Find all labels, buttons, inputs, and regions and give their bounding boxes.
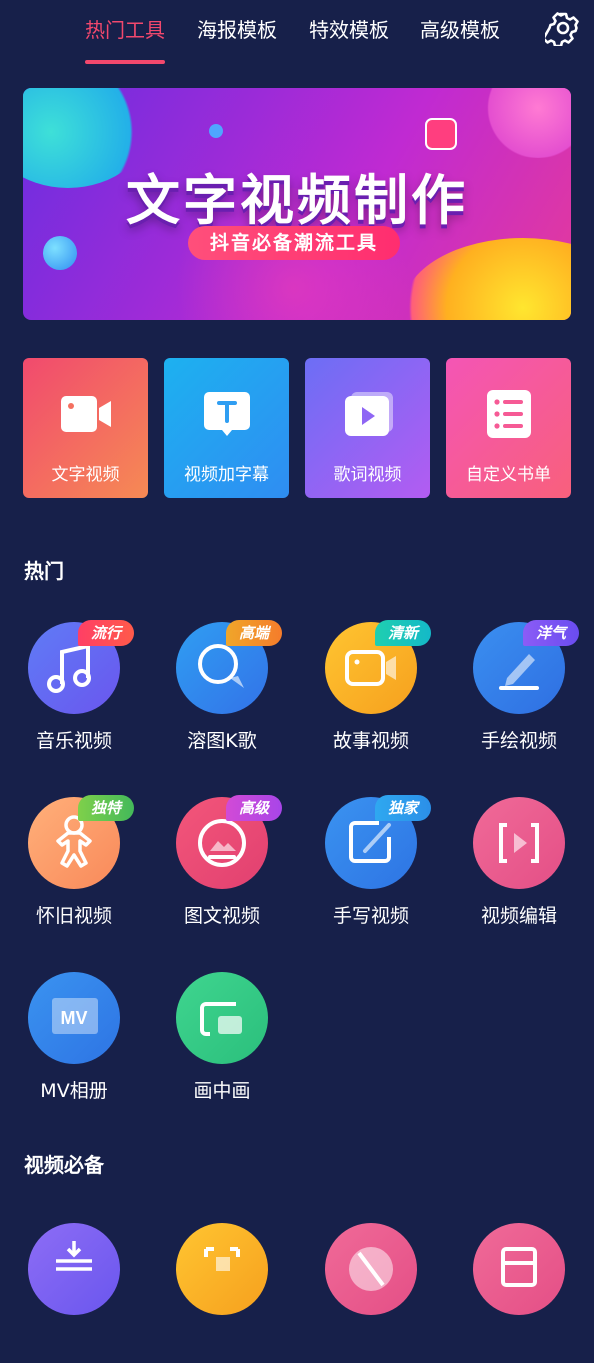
tool-item-label: 画中画	[193, 1080, 251, 1102]
quick-card-lyrics[interactable]: 歌词视频	[305, 358, 430, 498]
mv-album-icon: MV	[28, 972, 120, 1064]
tool-item-label: 图文视频	[183, 905, 260, 927]
svg-text:MV: MV	[61, 1008, 88, 1028]
quick-card-label: 文字视频	[51, 465, 120, 485]
picture-in-picture-icon	[176, 972, 268, 1064]
crop-icon	[176, 1223, 268, 1315]
compress-icon	[28, 1223, 120, 1315]
quick-card-booklist[interactable]: 自定义书单	[446, 358, 571, 498]
tool-item-label: 音乐视频	[35, 730, 112, 752]
app-logo-icon	[425, 118, 457, 150]
watermark-remove-icon	[325, 1223, 417, 1315]
promo-banner[interactable]: 文字视频制作 抖音必备潮流工具	[23, 88, 571, 320]
tool-item-label: 怀旧视频	[35, 905, 112, 927]
tool-item-video-edit[interactable]: 视频编辑	[445, 797, 593, 937]
badge-exclusive: 独家	[375, 795, 431, 821]
subtitle-t-icon	[204, 392, 250, 436]
list-icon	[487, 390, 531, 438]
tool-item-essential-3[interactable]	[297, 1223, 445, 1363]
banner-title: 文字视频制作	[126, 169, 468, 232]
tool-item-label: 溶图K歌	[187, 730, 257, 752]
tool-item-label: 手绘视频	[480, 730, 557, 752]
tool-item-essential-1[interactable]	[0, 1223, 148, 1363]
tool-item-essential-4[interactable]	[445, 1223, 593, 1363]
tool-item-essential-2[interactable]	[148, 1223, 296, 1363]
badge-advanced: 高级	[226, 795, 282, 821]
badge-unique: 独特	[78, 795, 134, 821]
tool-item-music-video[interactable]: 流行 音乐视频	[0, 620, 148, 762]
badge-popular: 流行	[78, 620, 134, 646]
quick-card-label: 歌词视频	[333, 465, 402, 485]
quick-card-label: 视频加字幕	[184, 465, 269, 485]
quick-card-text-video[interactable]: 文字视频	[23, 358, 148, 498]
active-tab-indicator	[85, 60, 165, 64]
video-camera-icon	[61, 396, 111, 432]
tab-poster-templates[interactable]: 海报模板	[197, 14, 277, 43]
tool-item-mv-album[interactable]: MV MV相册	[0, 972, 148, 1112]
section-title-hot: 热门	[24, 559, 64, 583]
tool-item-label: 故事视频	[332, 730, 409, 752]
video-edit-icon	[473, 797, 565, 889]
tab-advanced-templates[interactable]: 高级模板	[420, 14, 500, 43]
tool-item-label: MV相册	[40, 1080, 108, 1102]
tab-hot-tools[interactable]: 热门工具	[85, 14, 165, 43]
top-tab-bar: 热门工具 海报模板 特效模板 高级模板	[0, 0, 594, 70]
badge-fresh: 清新	[375, 620, 431, 646]
badge-premium: 高端	[226, 620, 282, 646]
layout-icon	[473, 1223, 565, 1315]
tool-item-picture-in-picture[interactable]: 画中画	[148, 972, 296, 1112]
tool-item-hand-drawn-video[interactable]: 洋气 手绘视频	[445, 620, 593, 762]
banner-subtitle: 抖音必备潮流工具	[188, 226, 400, 260]
tool-item-handwriting-video[interactable]: 独家 手写视频	[297, 795, 445, 937]
quick-card-label: 自定义书单	[466, 465, 551, 485]
tool-item-story-video[interactable]: 清新 故事视频	[297, 620, 445, 762]
tool-item-nostalgic-video[interactable]: 独特 怀旧视频	[0, 795, 148, 937]
tool-item-image-text-video[interactable]: 高级 图文视频	[148, 795, 296, 937]
section-title-essentials: 视频必备	[24, 1153, 104, 1177]
badge-stylish: 洋气	[523, 620, 579, 646]
quick-card-subtitle[interactable]: 视频加字幕	[164, 358, 289, 498]
tool-item-label: 视频编辑	[480, 905, 557, 927]
tool-item-label: 手写视频	[332, 905, 409, 927]
tool-item-blend-karaoke[interactable]: 高端 溶图K歌	[148, 620, 296, 762]
gear-icon[interactable]	[545, 10, 581, 46]
play-icon	[345, 392, 393, 436]
tab-effect-templates[interactable]: 特效模板	[309, 14, 389, 43]
